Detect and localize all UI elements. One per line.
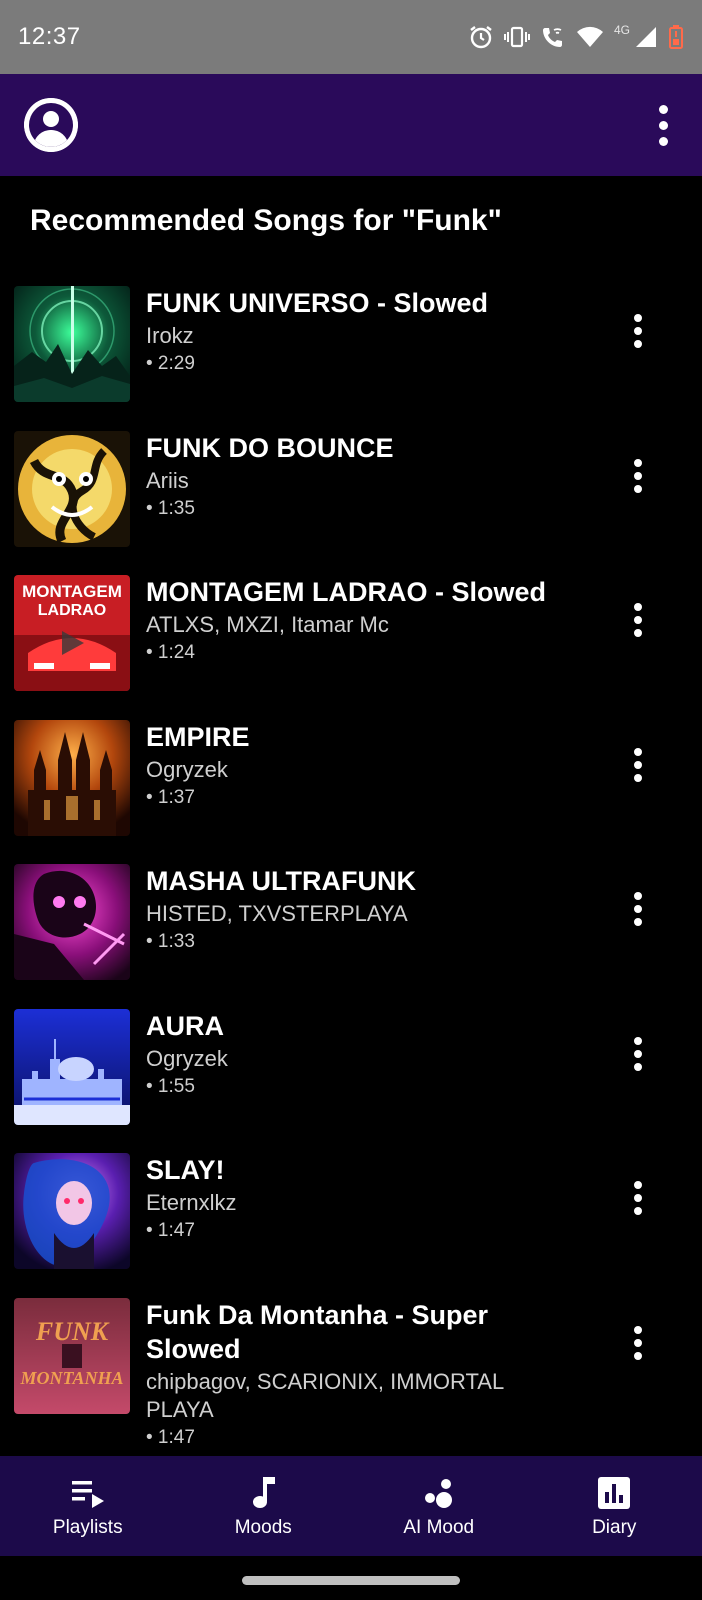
song-title: FUNK UNIVERSO - Slowed: [146, 288, 489, 318]
song-artist: Ogryzek: [146, 1045, 228, 1071]
song-artist: Eternxlkz: [146, 1190, 237, 1215]
nav-item-playlists[interactable]: Playlists: [0, 1456, 176, 1556]
song-title: EMPIRE: [146, 721, 250, 752]
song-duration: • 1:35: [146, 497, 195, 519]
app-bar: [0, 74, 702, 176]
more-vert-icon[interactable]: [626, 1325, 650, 1360]
nav-label: Moods: [234, 1517, 292, 1538]
bubbles-icon: [422, 1473, 456, 1513]
song-duration: • 1:24: [146, 642, 195, 663]
status-icons: 4G: [468, 23, 684, 50]
status-time: 12:37: [18, 23, 81, 50]
page-title: Recommended Songs for "Funk": [30, 204, 502, 237]
more-vert-icon[interactable]: [648, 98, 678, 152]
song-title: FUNK DO BOUNCE: [146, 432, 394, 463]
song-title: MONTAGEM LADRAO - Slowed: [146, 577, 546, 607]
album-cover: MONTAGEM LADRAO: [14, 575, 130, 691]
song-row[interactable]: MASHA ULTRAFUNK HISTED, TXVSTERPLAYA • 1…: [0, 864, 702, 1009]
album-cover: [14, 1008, 130, 1125]
song-duration: • 1:37: [146, 786, 195, 808]
home-gesture-bar[interactable]: [242, 1576, 460, 1585]
battery-low-icon: [668, 24, 684, 50]
album-cover: [14, 864, 130, 980]
song-title: AURA: [146, 1010, 224, 1041]
song-title: Funk Da Montanha - Super Slowed: [146, 1299, 489, 1364]
song-row[interactable]: EMPIRE Ogryzek • 1:37: [0, 719, 702, 865]
network-type-label: 4G: [613, 23, 630, 37]
song-duration: • 1:47: [146, 1426, 195, 1448]
cover-text: FUNK: [35, 1317, 110, 1346]
song-duration: • 1:33: [146, 931, 195, 952]
album-cover: [14, 719, 130, 836]
song-title: MASHA ULTRAFUNK: [146, 866, 416, 896]
song-artist: ATLXS, MXZI, Itamar Mc: [146, 612, 389, 637]
song-artist: HISTED, TXVSTERPLAYA: [146, 901, 408, 926]
music-note-icon: [250, 1473, 276, 1513]
song-row[interactable]: FUNK UNIVERSO - Slowed Irokz • 2:29: [0, 286, 702, 431]
song-duration: • 2:29: [146, 353, 195, 374]
song-duration: • 1:55: [146, 1075, 195, 1097]
wifi-call-icon: [540, 24, 566, 50]
album-cover: [14, 286, 130, 402]
cover-text: MONTAGEM: [22, 582, 122, 601]
song-artist: Irokz: [146, 323, 194, 348]
song-row[interactable]: SLAY! Eternxlkz • 1:47: [0, 1153, 702, 1298]
more-vert-icon[interactable]: [626, 314, 650, 348]
cover-text: MONTANHA: [19, 1368, 123, 1388]
wifi-icon: [576, 25, 604, 49]
nav-item-moods[interactable]: Moods: [176, 1456, 352, 1556]
nav-label: AI Mood: [403, 1517, 475, 1538]
song-duration: • 1:47: [146, 1220, 195, 1241]
signal-icon: [634, 25, 658, 49]
more-vert-icon[interactable]: [626, 603, 650, 637]
alarm-icon: [468, 24, 494, 50]
song-artist: Ariis: [146, 467, 189, 493]
bar-chart-icon: [597, 1473, 631, 1513]
more-vert-icon[interactable]: [626, 458, 650, 493]
more-vert-icon[interactable]: [626, 1036, 650, 1071]
more-vert-icon[interactable]: [626, 747, 650, 782]
album-cover: FUNK MONTANHA: [14, 1297, 130, 1414]
cover-text: LADRAO: [38, 602, 106, 619]
song-title: SLAY!: [146, 1155, 225, 1185]
more-vert-icon[interactable]: [626, 1181, 650, 1215]
album-cover: [14, 1153, 130, 1269]
song-row[interactable]: FUNK MONTANHA Funk Da Montanha - Super S…: [0, 1297, 702, 1448]
song-artist: Ogryzek: [146, 756, 228, 782]
vibrate-icon: [503, 24, 530, 50]
song-row[interactable]: MONTAGEM LADRAO MONTAGEM LADRAO - Slowed…: [0, 575, 702, 720]
playlist-play-icon: [70, 1473, 106, 1513]
nav-label: Diary: [592, 1517, 637, 1538]
more-vert-icon[interactable]: [626, 892, 650, 926]
nav-label: Playlists: [52, 1517, 123, 1538]
album-cover: [14, 430, 130, 547]
nav-item-diary[interactable]: Diary: [527, 1456, 702, 1556]
nav-item-ai-mood[interactable]: AI Mood: [351, 1456, 527, 1556]
song-row[interactable]: FUNK DO BOUNCE Ariis • 1:35: [0, 430, 702, 576]
song-artist: chipbagov, SCARIONIX, IMMORTAL PLAYA: [146, 1368, 504, 1422]
song-list: FUNK UNIVERSO - Slowed Irokz • 2:29 FUNK…: [0, 286, 702, 1448]
song-row[interactable]: AURA Ogryzek • 1:55: [0, 1008, 702, 1154]
status-bar: 12:37 4G: [0, 0, 702, 74]
bottom-nav: Playlists Moods AI Mood Diary: [0, 1456, 702, 1556]
account-circle-icon[interactable]: [24, 98, 78, 152]
